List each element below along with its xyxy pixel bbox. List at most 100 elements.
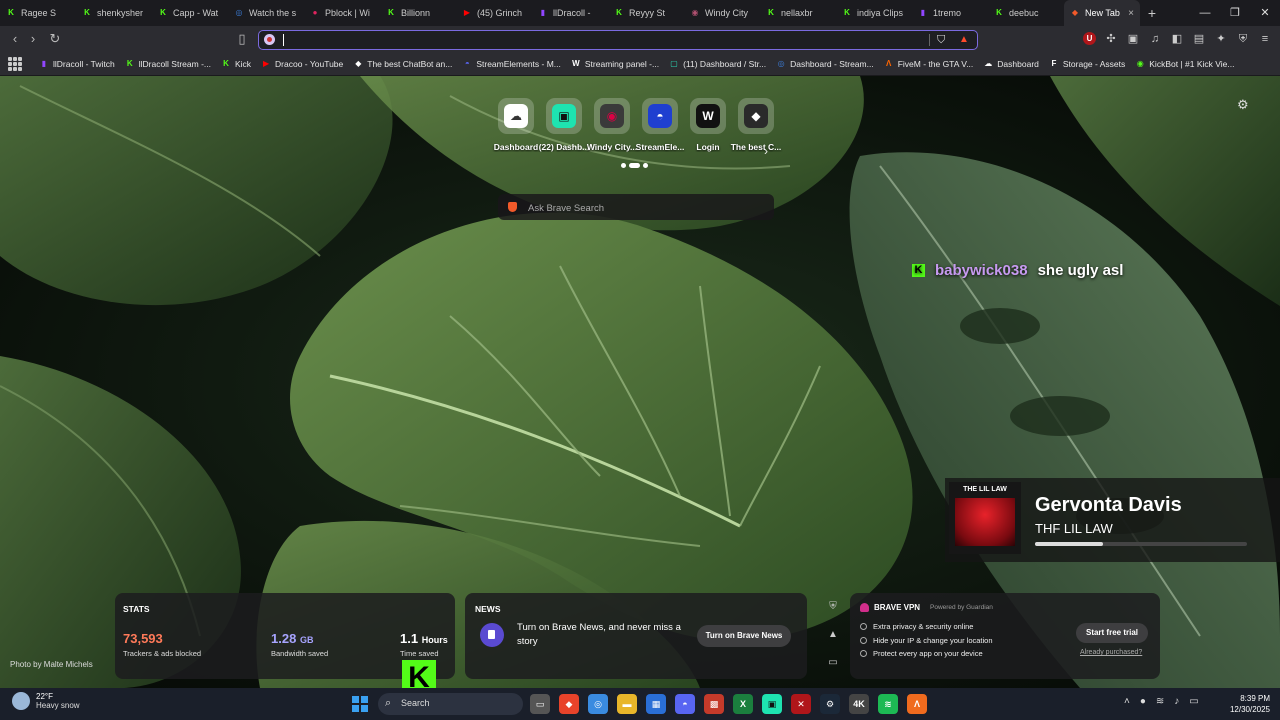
rewards-widget-icon[interactable]: ▲ xyxy=(818,621,848,649)
browser-tab[interactable]: K Billionn xyxy=(380,0,456,26)
browser-tab[interactable]: ● Pblock | Wi xyxy=(304,0,380,26)
settings-gear-icon[interactable]: ⚙ xyxy=(1237,97,1249,113)
top-site-tile[interactable]: ◆ The best C... xyxy=(731,98,781,152)
excel-icon[interactable]: X xyxy=(733,694,753,714)
forward-icon[interactable]: › xyxy=(24,30,42,48)
bookmark-item[interactable]: F Storage - Assets xyxy=(1044,52,1130,76)
news-icon xyxy=(480,623,504,647)
battery-icon[interactable]: ▭ xyxy=(1189,696,1198,707)
browser-tab[interactable]: ◉ Windy City xyxy=(684,0,760,26)
store-icon[interactable]: ▦ xyxy=(646,694,666,714)
bookmark-item[interactable]: ◓ StreamElements - M... xyxy=(457,52,566,76)
start-free-trial-button[interactable]: Start free trial xyxy=(1076,623,1148,643)
menu-icon[interactable]: ≡ xyxy=(1258,30,1272,48)
app-icon[interactable]: ✕ xyxy=(791,694,811,714)
bookmark-item[interactable]: Λ FiveM - the GTA V... xyxy=(879,52,979,76)
bookmark-icon[interactable]: ▯ xyxy=(233,30,251,48)
bookmark-item[interactable]: ◉ KickBot | #1 Kick Vie... xyxy=(1130,52,1239,76)
time-stat: 1.1 Hours Time saved xyxy=(400,631,448,658)
browser-tab[interactable]: Kindiya Clips xyxy=(836,0,912,26)
minimize-button[interactable]: — xyxy=(1190,0,1220,26)
bookmark-item[interactable]: ◆ The best ChatBot an... xyxy=(348,52,457,76)
apps-grid-icon[interactable] xyxy=(8,56,22,71)
spotify-icon[interactable]: ≋ xyxy=(878,694,898,714)
brave-search-box[interactable] xyxy=(498,194,774,220)
address-input[interactable] xyxy=(287,32,931,50)
taskbar-clock[interactable]: 8:39 PM 12/30/2025 xyxy=(1224,693,1270,715)
turn-on-news-button[interactable]: Turn on Brave News xyxy=(697,625,791,647)
back-icon[interactable]: ‹ xyxy=(6,30,24,48)
next-sites-icon[interactable]: › xyxy=(764,144,768,158)
browser-tab[interactable]: ▶ (45) Grinch xyxy=(456,0,532,26)
wifi-icon[interactable]: ≋ xyxy=(1156,696,1164,707)
bookmark-item[interactable]: ◎ Dashboard - Stream... xyxy=(771,52,879,76)
maximize-button[interactable]: ❐ xyxy=(1220,0,1250,26)
browser-tab[interactable]: Knellaxbr xyxy=(760,0,836,26)
vpn-widget-icon[interactable]: ⛨ xyxy=(818,593,848,621)
browser-tab[interactable]: K Capp - Wat xyxy=(152,0,228,26)
bookmark-item[interactable]: ▮ llDracoll - Twitch xyxy=(34,52,120,76)
bookmark-favicon-icon: Λ xyxy=(886,58,892,68)
bookmark-item[interactable]: KllDracoll Stream -... xyxy=(120,52,216,76)
talk-widget-icon[interactable]: ▭ xyxy=(818,649,848,677)
4k-icon[interactable]: 4K xyxy=(849,694,869,714)
pager-dot[interactable] xyxy=(621,163,626,168)
brave-rewards-icon[interactable]: ▲ xyxy=(959,34,969,46)
extensions-icon[interactable]: ✣ xyxy=(1104,30,1118,48)
wallet-icon[interactable]: ▤ xyxy=(1192,30,1206,48)
reload-icon[interactable]: ↻ xyxy=(46,30,64,48)
bookmark-item[interactable]: ▶ Dracoo - YouTube xyxy=(256,52,348,76)
pager-dot-active[interactable] xyxy=(629,163,640,168)
bookmark-item[interactable]: ▢ (11) Dashboard / Str... xyxy=(664,52,771,76)
volume-icon[interactable]: ♪ xyxy=(1174,696,1179,707)
tray-app-icon[interactable]: ● xyxy=(1140,696,1146,707)
browser-tab[interactable]: ▮ llDracoll - xyxy=(532,0,608,26)
brave-search-input[interactable] xyxy=(526,199,760,217)
new-tab-button[interactable]: + xyxy=(1140,5,1164,21)
top-site-tile[interactable]: ◉ Windy City... xyxy=(587,98,637,152)
bookmark-item[interactable]: K Kick xyxy=(216,52,256,76)
taskbar-search[interactable]: ⌕ Search xyxy=(378,693,523,715)
artist-name: THF LIL LAW xyxy=(1035,521,1113,536)
sidebar-icon[interactable]: ◧ xyxy=(1170,30,1184,48)
vpn-feature: Protect every app on your device xyxy=(860,647,993,661)
chrome-app-icon[interactable]: ◎ xyxy=(588,694,608,714)
discord-icon[interactable]: ◓ xyxy=(675,694,695,714)
streamlabs-icon[interactable]: ▣ xyxy=(762,694,782,714)
top-site-tile[interactable]: ◓ StreamEle... xyxy=(636,98,684,152)
browser-tab[interactable]: Kshenkysher xyxy=(76,0,152,26)
close-window-button[interactable]: ✕ xyxy=(1250,0,1280,26)
brave-app-icon[interactable]: ◆ xyxy=(559,694,579,714)
fivem-icon[interactable]: Λ xyxy=(907,694,927,714)
tab-favicon-icon: K xyxy=(844,8,850,17)
ublock-icon[interactable]: U xyxy=(1083,32,1096,45)
bookmark-item[interactable]: ☁ Dashboard xyxy=(978,52,1044,76)
pager-dot[interactable] xyxy=(643,163,648,168)
top-site-tile[interactable]: ☁ Dashboard xyxy=(494,98,538,152)
browser-tab-active[interactable]: ◆ New Tab × xyxy=(1064,0,1140,26)
browser-tab[interactable]: ◎ Watch the s xyxy=(228,0,304,26)
app-icon[interactable]: ▩ xyxy=(704,694,724,714)
tray-chevron-icon[interactable]: ˄ xyxy=(1124,696,1130,707)
file-explorer-icon[interactable]: ▬ xyxy=(617,694,637,714)
task-view-icon[interactable]: ▭ xyxy=(530,694,550,714)
brave-shields-icon[interactable]: ⛉ xyxy=(937,33,949,47)
top-site-tile[interactable]: ▣ (22) Dashb... xyxy=(539,98,589,152)
browser-tab[interactable]: ▮ 1tremo xyxy=(912,0,988,26)
close-tab-icon[interactable]: × xyxy=(1128,8,1134,19)
vpn-icon[interactable]: ⛨ xyxy=(1236,30,1250,48)
windows-start-icon[interactable] xyxy=(352,696,368,712)
already-purchased-link[interactable]: Already purchased? xyxy=(1080,649,1142,656)
steam-icon[interactable]: ⚙ xyxy=(820,694,840,714)
browser-tab[interactable]: K Reyyy St xyxy=(608,0,684,26)
bookmark-item[interactable]: W Streaming panel -... xyxy=(566,52,664,76)
browser-tab[interactable]: K Ragee S xyxy=(0,0,76,26)
browser-tab[interactable]: Kdeebuc xyxy=(988,0,1064,26)
leo-ai-icon[interactable]: ✦ xyxy=(1214,30,1228,48)
address-bar[interactable]: ⛉ ▲ xyxy=(258,30,978,50)
top-site-tile[interactable]: W Login xyxy=(686,98,730,152)
weather-widget[interactable]: 22°F Heavy snow xyxy=(12,692,80,710)
screenshot-icon[interactable]: ▣ xyxy=(1126,30,1140,48)
media-icon[interactable]: ♫ xyxy=(1148,30,1162,48)
photo-credit[interactable]: Photo by Malte Michels xyxy=(10,660,93,669)
